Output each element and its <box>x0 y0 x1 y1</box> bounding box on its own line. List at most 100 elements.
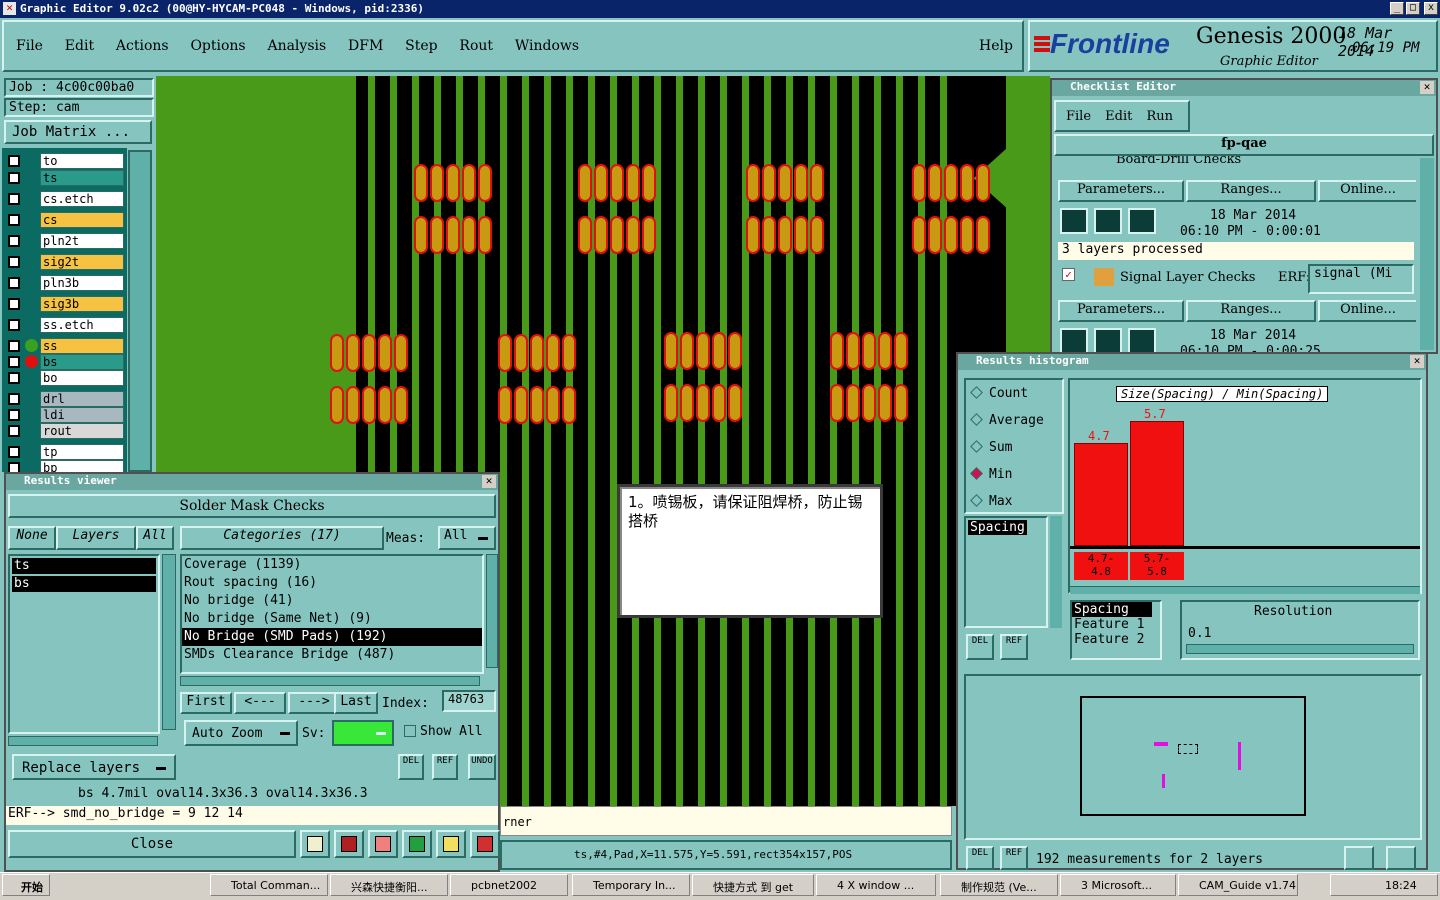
smd-pad[interactable] <box>944 216 958 254</box>
category-item[interactable]: No Bridge (SMD Pads) (192) <box>182 628 482 646</box>
smd-pad[interactable] <box>394 334 408 372</box>
run-icon-6[interactable] <box>1128 328 1156 352</box>
next-button[interactable]: ---> <box>288 692 340 714</box>
smd-pad[interactable] <box>378 386 392 424</box>
smd-pad[interactable] <box>746 164 760 202</box>
layer-results-vscroll[interactable] <box>162 554 176 730</box>
run-icon-4[interactable] <box>1060 328 1088 352</box>
ref-button[interactable]: REF <box>1000 634 1028 660</box>
spacing-item[interactable]: Spacing <box>968 520 1027 535</box>
smd-pad[interactable] <box>728 384 742 422</box>
run-icon-5[interactable] <box>1094 328 1122 352</box>
layer-row[interactable]: pln3b <box>6 275 126 291</box>
smd-pad[interactable] <box>626 164 640 202</box>
smd-pad[interactable] <box>778 164 792 202</box>
layer-name[interactable]: sig2t <box>40 254 124 270</box>
result-layer-item[interactable]: bs <box>12 576 156 592</box>
layer-checkbox[interactable] <box>8 235 20 247</box>
layer-checkbox[interactable] <box>8 372 20 384</box>
taskbar-item[interactable]: pcbnet2002 <box>450 874 568 896</box>
run-icon-3[interactable] <box>1128 208 1156 234</box>
layer-checkbox[interactable] <box>8 256 20 268</box>
layer-row[interactable]: sig3b <box>6 296 126 312</box>
menu-dfm[interactable]: DFM <box>348 38 383 54</box>
layer-row[interactable]: cs <box>6 212 126 228</box>
smd-pad[interactable] <box>562 334 576 372</box>
smd-pad[interactable] <box>578 216 592 254</box>
online-button-1[interactable]: Online... <box>1318 180 1416 202</box>
menu-options[interactable]: Options <box>190 38 245 54</box>
smd-pad[interactable] <box>414 216 428 254</box>
smd-pad[interactable] <box>610 164 624 202</box>
smd-pad[interactable] <box>960 216 974 254</box>
smd-pad[interactable] <box>862 332 876 370</box>
smd-pad[interactable] <box>446 164 460 202</box>
smd-pad[interactable] <box>696 384 710 422</box>
job-matrix-button[interactable]: Job Matrix ... <box>4 120 152 144</box>
bar-range-label[interactable]: 4.7- 4.8 <box>1074 552 1128 580</box>
layer-name[interactable]: cs.etch <box>40 191 124 207</box>
menu-rout[interactable]: Rout <box>459 38 493 54</box>
smd-pad[interactable] <box>830 384 844 422</box>
chart-icon-button-1[interactable] <box>1344 846 1374 870</box>
layer-row[interactable]: to <box>6 153 126 169</box>
smd-pad[interactable] <box>446 216 460 254</box>
smd-pad[interactable] <box>680 332 694 370</box>
category-hscroll[interactable] <box>180 676 480 686</box>
feature-item-1[interactable]: Feature 1 <box>1072 617 1160 632</box>
layer-checkbox[interactable] <box>8 193 20 205</box>
layer-checkbox[interactable] <box>8 409 20 421</box>
smd-pad[interactable] <box>578 164 592 202</box>
layer-row[interactable]: ss.etch <box>6 317 126 333</box>
menu-help[interactable]: Help <box>979 38 1013 54</box>
layer-row[interactable]: ts <box>6 170 126 186</box>
smd-pad[interactable] <box>664 384 678 422</box>
results-viewer-close-icon[interactable]: ✕ <box>482 475 496 488</box>
smd-pad[interactable] <box>712 384 726 422</box>
del-button[interactable]: DEL <box>966 634 994 660</box>
mode-option[interactable]: Average <box>970 413 1044 428</box>
checklist-menu-file[interactable]: File <box>1066 109 1091 124</box>
menu-edit[interactable]: Edit <box>65 38 94 54</box>
taskbar-item[interactable]: 3 Microsoft... <box>1060 874 1176 896</box>
params-button-1[interactable]: Parameters... <box>1058 180 1184 202</box>
layer-row[interactable]: ss <box>6 338 126 354</box>
smd-pad[interactable] <box>514 386 528 424</box>
smd-pad[interactable] <box>642 216 656 254</box>
smd-pad[interactable] <box>462 164 476 202</box>
feature-item-2[interactable]: Feature 2 <box>1072 632 1160 647</box>
smd-pad[interactable] <box>546 386 560 424</box>
layers-tab[interactable]: Layers <box>56 526 136 550</box>
smd-pad[interactable] <box>626 216 640 254</box>
smd-pad[interactable] <box>810 216 824 254</box>
smd-pad[interactable] <box>378 334 392 372</box>
smd-pad[interactable] <box>976 164 990 202</box>
smd-pad[interactable] <box>680 384 694 422</box>
maximize-button[interactable]: □ <box>1406 2 1420 15</box>
spacing-scrollbar[interactable] <box>1050 516 1062 628</box>
layer-checkbox[interactable] <box>8 277 20 289</box>
results-undo-button[interactable]: UNDO <box>468 754 496 780</box>
results-del-button[interactable]: DEL <box>398 754 424 780</box>
smd-pad[interactable] <box>610 216 624 254</box>
smd-pad[interactable] <box>664 332 678 370</box>
taskbar-item[interactable]: 制作规范 (Ve... <box>940 874 1058 896</box>
ranges-button-1[interactable]: Ranges... <box>1186 180 1316 202</box>
checklist-menu-edit[interactable]: Edit <box>1105 109 1132 124</box>
smd-pad[interactable] <box>862 384 876 422</box>
smd-pad[interactable] <box>894 332 908 370</box>
none-button[interactable]: None <box>8 526 56 550</box>
category-vscroll[interactable] <box>486 554 498 668</box>
layer-checkbox[interactable] <box>8 446 20 458</box>
smd-pad[interactable] <box>778 216 792 254</box>
layer-row[interactable]: pln2t <box>6 233 126 249</box>
meas-select[interactable]: All <box>438 526 496 550</box>
taskbar-item[interactable]: 4 X window ... <box>816 874 936 896</box>
smd-pad[interactable] <box>562 386 576 424</box>
smd-pad[interactable] <box>346 386 360 424</box>
layer-row[interactable]: tp <box>6 444 126 460</box>
tool-icon-button[interactable] <box>368 830 398 858</box>
run-icon-1[interactable] <box>1060 208 1088 234</box>
layer-row[interactable]: ldi <box>6 407 126 423</box>
mode-option[interactable]: Max <box>970 494 1012 509</box>
